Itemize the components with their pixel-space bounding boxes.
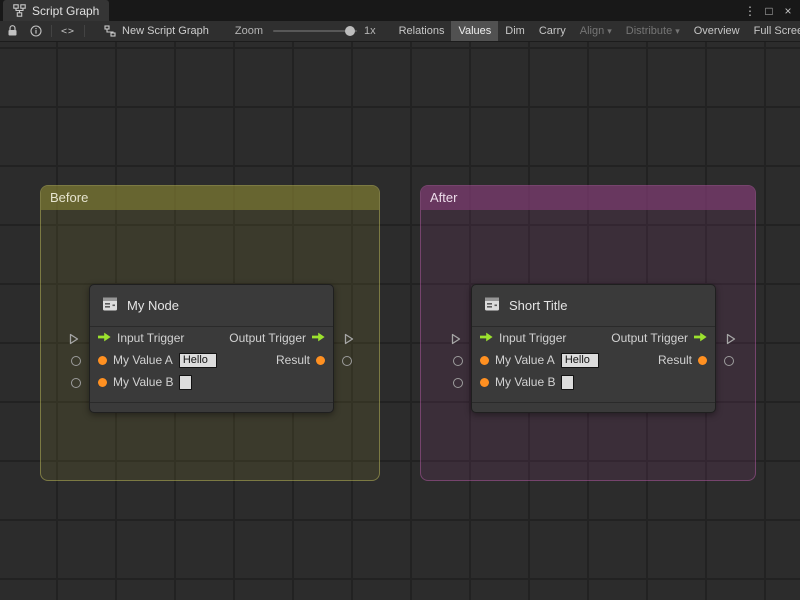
flow-arrow-icon <box>480 331 493 345</box>
toolbar-divider <box>51 25 52 37</box>
port-output-trigger[interactable]: Output Trigger <box>229 331 325 345</box>
values-button[interactable]: Values <box>451 21 499 41</box>
node-title: My Node <box>127 298 180 313</box>
tab-title: Script Graph <box>32 3 100 18</box>
value-b-input[interactable] <box>561 374 575 390</box>
graph-canvas[interactable]: Before My Node Input Trigger Output Trig… <box>0 42 800 600</box>
group-before-header[interactable]: Before <box>41 186 379 210</box>
graph-selector-button[interactable]: New Script Graph <box>104 25 209 37</box>
script-graph-icon <box>13 4 26 17</box>
port-output-trigger[interactable]: Output Trigger <box>611 331 707 345</box>
flow-output-port-marker[interactable] <box>726 333 736 345</box>
value-b-input[interactable] <box>179 374 193 390</box>
overview-button[interactable]: Overview <box>687 21 747 41</box>
graph-selector-label: New Script Graph <box>122 25 209 37</box>
port-result[interactable]: Result <box>276 353 325 367</box>
group-after-header[interactable]: After <box>421 186 755 210</box>
value-input-port-marker[interactable] <box>71 356 81 366</box>
unit-icon <box>102 296 118 315</box>
flow-arrow-icon <box>694 331 707 345</box>
dim-button[interactable]: Dim <box>498 21 532 41</box>
port-value-b[interactable]: My Value B <box>480 374 575 390</box>
node-header[interactable]: My Node <box>90 285 333 327</box>
value-port-icon <box>698 355 707 365</box>
align-dropdown[interactable]: Align ▾ <box>573 21 619 41</box>
value-input-port-marker[interactable] <box>453 378 463 388</box>
value-port-icon <box>480 377 489 387</box>
flow-input-port-marker[interactable] <box>69 333 79 345</box>
value-input-port-marker[interactable] <box>71 378 81 388</box>
tab-script-graph[interactable]: Script Graph <box>3 0 110 21</box>
zoom-slider[interactable] <box>272 26 357 36</box>
value-a-input[interactable] <box>178 352 217 368</box>
port-row: My Value B <box>90 371 333 393</box>
code-view-icon[interactable]: <> <box>61 26 75 37</box>
info-icon[interactable] <box>30 25 42 37</box>
zoom-value: 1x <box>363 25 376 37</box>
value-output-port-marker[interactable] <box>342 356 352 366</box>
port-input-trigger[interactable]: Input Trigger <box>480 331 566 345</box>
node-footer <box>472 402 715 412</box>
port-input-trigger[interactable]: Input Trigger <box>98 331 184 345</box>
zoom-label: Zoom <box>234 25 263 37</box>
flow-arrow-icon <box>312 331 325 345</box>
port-value-a[interactable]: My Value A <box>480 352 599 368</box>
relations-button[interactable]: Relations <box>392 21 452 41</box>
lock-icon[interactable] <box>7 25 18 37</box>
port-row: Input Trigger Output Trigger <box>90 327 333 349</box>
value-port-icon <box>98 377 107 387</box>
chevron-down-icon: ▾ <box>675 25 680 36</box>
toolbar-buttons: Relations Values Dim Carry Align ▾ Distri… <box>392 21 800 41</box>
distribute-dropdown[interactable]: Distribute ▾ <box>619 21 687 41</box>
port-value-a[interactable]: My Value A <box>98 352 217 368</box>
node-footer <box>90 402 333 412</box>
node-header[interactable]: Short Title <box>472 285 715 327</box>
port-value-b[interactable]: My Value B <box>98 374 193 390</box>
value-output-port-marker[interactable] <box>724 356 734 366</box>
fullscreen-button[interactable]: Full Screen <box>747 21 800 41</box>
graph-asset-icon <box>104 25 116 37</box>
node-short-title[interactable]: Short Title Input Trigger Output Trigger <box>451 284 736 413</box>
graph-toolbar: <> New Script Graph Zoom 1x Relations Va… <box>0 21 800 42</box>
close-icon[interactable]: × <box>780 4 796 18</box>
port-result[interactable]: Result <box>658 353 707 367</box>
value-port-icon <box>98 355 107 365</box>
toolbar-divider <box>84 25 86 37</box>
flow-input-port-marker[interactable] <box>451 333 461 345</box>
node-title: Short Title <box>509 298 568 313</box>
maximize-icon[interactable]: □ <box>761 4 777 18</box>
group-before[interactable]: Before My Node Input Trigger Output Trig… <box>40 185 380 481</box>
group-after[interactable]: After Short Title Input Trigger Output T… <box>420 185 756 481</box>
chevron-down-icon: ▾ <box>607 25 612 36</box>
value-a-input[interactable] <box>560 352 599 368</box>
flow-output-port-marker[interactable] <box>344 333 354 345</box>
value-port-icon <box>480 355 489 365</box>
value-input-port-marker[interactable] <box>453 356 463 366</box>
port-row: My Value A Result <box>90 349 333 371</box>
kebab-menu-icon[interactable]: ⋮ <box>742 4 758 18</box>
port-row: My Value B <box>472 371 715 393</box>
node-my-node[interactable]: My Node Input Trigger Output Trigger My … <box>69 284 354 413</box>
port-row: My Value A Result <box>472 349 715 371</box>
tab-bar: Script Graph ⋮ □ × <box>0 0 800 21</box>
carry-button[interactable]: Carry <box>532 21 573 41</box>
value-port-icon <box>316 355 325 365</box>
zoom-slider-handle[interactable] <box>345 26 356 36</box>
port-row: Input Trigger Output Trigger <box>472 327 715 349</box>
window-controls: ⋮ □ × <box>742 0 796 21</box>
flow-arrow-icon <box>98 331 111 345</box>
unit-icon <box>484 296 500 315</box>
